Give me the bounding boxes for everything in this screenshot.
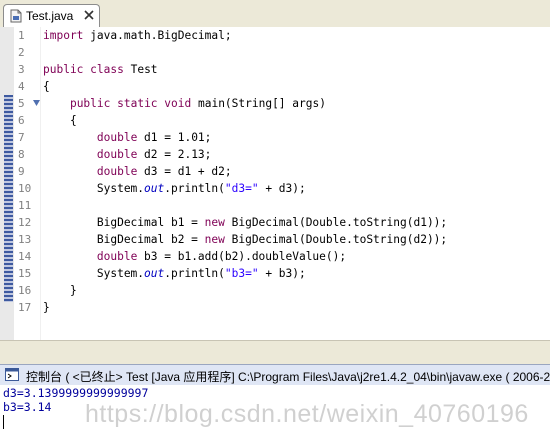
line-number: 11 (18, 199, 32, 212)
keyword-token: double (96, 131, 138, 144)
keyword-token: new (204, 216, 225, 229)
line-number: 7 (18, 131, 25, 144)
code-token: System. (43, 267, 145, 280)
keyword-token: import (43, 29, 84, 42)
code-line[interactable]: BigDecimal b2 = new BigDecimal(Double.to… (43, 231, 447, 248)
code-token: } (43, 301, 50, 314)
code-token: d2 = 2.13; (137, 148, 212, 161)
code-line[interactable]: public static void main(String[] args) (43, 95, 447, 112)
keyword-token: double (96, 250, 138, 263)
tab-test-java[interactable]: Test.java (3, 4, 100, 27)
keyword-token: void (164, 97, 192, 110)
console-line: d3=3.1399999999999997 (3, 386, 149, 400)
code-token: { (43, 114, 77, 127)
watermark-text: https://blog.csdn.net/weixin_40760196 (85, 400, 529, 428)
editor-horizontal-scrollbar[interactable] (0, 340, 550, 351)
code-line[interactable]: double d2 = 2.13; (43, 146, 447, 163)
code-token: + b3); (258, 267, 306, 280)
code-line[interactable] (43, 197, 447, 214)
text-caret (3, 415, 4, 429)
code-editor[interactable]: 1 2 3 4 5 6 7 8 9 10 11 12 13 14 15 16 17 import java.ma… (0, 27, 550, 340)
code-line[interactable]: double d1 = 1.01; (43, 129, 447, 146)
editor-tab-bar: Test.java (0, 0, 550, 28)
code-token: java.math.BigDecimal; (83, 29, 232, 42)
line-number: 13 (18, 233, 32, 246)
code-token: d3 = d1 + d2; (137, 165, 232, 178)
code-token: + d3); (258, 182, 306, 195)
line-number: 15 (18, 267, 32, 280)
fold-collapse-icon[interactable] (33, 100, 40, 106)
line-number: 8 (18, 148, 25, 161)
code-token: BigDecimal b1 = (43, 216, 205, 229)
code-line[interactable]: double d3 = d1 + d2; (43, 163, 447, 180)
line-number: 10 (18, 182, 32, 195)
keyword-token: double (96, 148, 138, 161)
line-number: 14 (18, 250, 32, 263)
code-token: d1 = 1.01; (137, 131, 212, 144)
field-token: out (144, 182, 165, 195)
keyword-token: class (90, 63, 124, 76)
code-token: .println( (164, 267, 225, 280)
code-token: BigDecimal(Double.toString(d1)); (224, 216, 448, 229)
close-icon[interactable] (84, 10, 94, 20)
code-token: } (43, 284, 77, 297)
line-number: 6 (18, 114, 25, 127)
code-line[interactable]: } (43, 299, 447, 316)
console-header: 控制台 ( <已终止> Test [Java 应用程序] C:\Program … (0, 364, 550, 386)
keyword-token: new (204, 233, 225, 246)
line-number: 1 (18, 29, 25, 42)
keyword-token: static (117, 97, 158, 110)
code-token: Test (123, 63, 158, 76)
console-line: b3=3.14 (3, 400, 52, 414)
code-token: BigDecimal b2 = (43, 233, 205, 246)
java-file-icon (10, 9, 22, 23)
code-line[interactable]: System.out.println("d3=" + d3); (43, 180, 447, 197)
code-token: BigDecimal(Double.toString(d2)); (224, 233, 448, 246)
code-token: main(String[] args) (191, 97, 326, 110)
code-line[interactable]: import java.math.BigDecimal; (43, 27, 447, 44)
code-line[interactable]: } (43, 282, 447, 299)
range-indicator (4, 95, 13, 302)
string-token: "b3=" (224, 267, 259, 280)
code-token: System. (43, 182, 145, 195)
code-line[interactable]: { (43, 78, 447, 95)
code-line[interactable]: System.out.println("b3=" + b3); (43, 265, 447, 282)
console-icon (5, 368, 19, 381)
line-number: 2 (18, 46, 25, 59)
source-code[interactable]: import java.math.BigDecimal; public class… (43, 27, 447, 316)
code-line[interactable]: double b3 = b1.add(b2).doubleValue(); (43, 248, 447, 265)
keyword-token: public (69, 97, 111, 110)
code-token: .println( (164, 182, 225, 195)
line-number: 3 (18, 63, 25, 76)
string-token: "d3=" (224, 182, 259, 195)
code-token: b3 = b1.add(b2).doubleValue(); (137, 250, 347, 263)
code-token: { (43, 80, 50, 93)
code-line[interactable]: { (43, 112, 447, 129)
code-line[interactable]: BigDecimal b1 = new BigDecimal(Double.to… (43, 214, 447, 231)
code-line[interactable]: public class Test (43, 61, 447, 78)
line-number: 17 (18, 301, 32, 314)
line-number: 16 (18, 284, 32, 297)
line-number: 12 (18, 216, 32, 229)
line-number: 9 (18, 165, 25, 178)
console-title: 控制台 ( <已终止> Test [Java 应用程序] C:\Program … (26, 370, 550, 384)
line-number: 5 (14, 95, 40, 112)
keyword-token: double (96, 165, 138, 178)
overview-ruler (0, 27, 14, 340)
tab-label: Test.java (26, 9, 74, 23)
line-number: 4 (18, 80, 25, 93)
field-token: out (144, 267, 165, 280)
line-numbers: 1 2 3 4 5 6 7 8 9 10 11 12 13 14 15 16 17 (14, 27, 40, 316)
keyword-token: public (43, 63, 84, 76)
code-line[interactable] (43, 44, 447, 61)
